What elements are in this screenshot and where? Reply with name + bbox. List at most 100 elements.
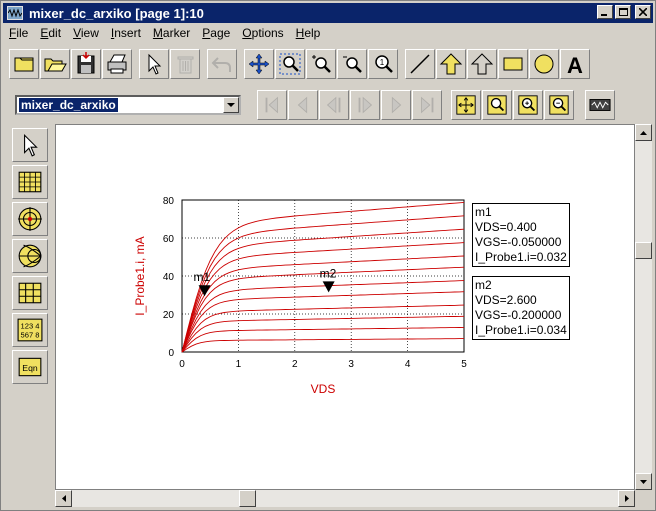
menu-page[interactable]: Page	[196, 26, 236, 40]
trace-button[interactable]	[585, 90, 615, 120]
zoom-area-button[interactable]	[275, 49, 305, 79]
pointer-button[interactable]	[139, 49, 169, 79]
marker-m2-icon[interactable]	[322, 281, 335, 293]
minimize-icon	[601, 14, 607, 16]
save-button[interactable]	[71, 49, 101, 79]
rectangle-icon	[503, 57, 523, 71]
last-page-button[interactable]	[412, 90, 442, 120]
marker-readout-m1[interactable]: m1 VDS=0.400 VGS=-0.050000 I_Probe1.i=0.032	[472, 203, 570, 267]
move-button[interactable]	[244, 49, 274, 79]
open-icon	[44, 58, 67, 72]
arrow-outline-button[interactable]	[467, 49, 497, 79]
scroll-up-button[interactable]	[635, 124, 652, 141]
scroll-right-button[interactable]	[618, 490, 635, 507]
menu-marker[interactable]: Marker	[147, 26, 196, 40]
equation-button[interactable]: Eqn	[12, 350, 48, 384]
curve-4[interactable]	[181, 304, 465, 353]
circle-button[interactable]	[529, 49, 559, 79]
smith-icon	[18, 244, 42, 268]
x-tick-label: 0	[179, 359, 185, 370]
menu-help[interactable]: Help	[290, 26, 327, 40]
prev-page-button[interactable]	[288, 90, 318, 120]
page-combo[interactable]: mixer_dc_arxiko	[15, 95, 241, 115]
vertical-scroll-thumb[interactable]	[635, 242, 652, 259]
pointer-button[interactable]	[12, 128, 48, 162]
marker-readout-m2[interactable]: m2 VDS=2.600 VGS=-0.200000 I_Probe1.i=0.034	[472, 276, 570, 340]
new-button[interactable]	[9, 49, 39, 79]
arrow-up-icon	[439, 53, 463, 75]
prev-button[interactable]	[319, 90, 349, 120]
y-tick-label: 80	[163, 196, 175, 207]
menu-insert[interactable]: Insert	[105, 26, 147, 40]
y-axis-label: I_Probe1.i, mA	[133, 236, 147, 315]
svg-text:A: A	[567, 53, 583, 76]
title-bar[interactable]: mixer_dc_arxiko [page 1]:10	[3, 3, 653, 23]
zoom-fit-button[interactable]: 1	[368, 49, 398, 79]
zoom-out-page-button[interactable]	[544, 90, 574, 120]
horizontal-scroll-thumb[interactable]	[239, 490, 256, 507]
zoom-in-button[interactable]	[306, 49, 336, 79]
new-icon	[14, 57, 34, 72]
left-palette: 123 4 567 8 Eqn	[9, 126, 51, 406]
combo-dropdown-button[interactable]	[223, 97, 239, 113]
next-button[interactable]	[350, 90, 380, 120]
list-icon	[18, 282, 42, 304]
maximize-button[interactable]	[615, 5, 631, 19]
scrollbar-corner	[635, 490, 652, 507]
window-title: mixer_dc_arxiko [page 1]:10	[29, 5, 204, 21]
view-all-button[interactable]	[451, 90, 481, 120]
rectangle-button[interactable]	[498, 49, 528, 79]
print-button[interactable]	[102, 49, 132, 79]
scroll-left-button[interactable]	[55, 490, 72, 507]
vertical-scrollbar[interactable]	[635, 124, 652, 490]
minimize-button[interactable]	[597, 5, 613, 19]
y-tick-label: 40	[163, 272, 175, 283]
arrow-up-button[interactable]	[436, 49, 466, 79]
app-icon	[7, 6, 23, 20]
zoom-area-icon	[279, 53, 301, 75]
curve-3[interactable]	[181, 315, 465, 353]
circle-icon	[534, 54, 554, 74]
close-button[interactable]	[635, 5, 651, 19]
menu-file[interactable]: File	[3, 26, 34, 40]
delete-button[interactable]	[170, 49, 200, 79]
chevron-down-icon	[227, 102, 235, 107]
zoom-in-page-button[interactable]	[513, 90, 543, 120]
first-page-button[interactable]	[257, 90, 287, 120]
menu-options[interactable]: Options	[236, 26, 289, 40]
next-page-button[interactable]	[381, 90, 411, 120]
line-icon	[410, 54, 430, 74]
marker-m1-line-2: VGS=-0.050000	[475, 235, 562, 249]
zoom-fit-icon: 1	[375, 55, 393, 73]
view-all-icon	[456, 95, 476, 115]
stack-label-1: 123 4	[21, 321, 40, 330]
marker-m2-label: m2	[320, 266, 337, 280]
zoom-page-icon	[487, 95, 507, 115]
x-tick-label: 1	[236, 359, 242, 370]
menu-edit[interactable]: Edit	[34, 26, 67, 40]
curve-11[interactable]	[181, 215, 465, 353]
list-button[interactable]	[12, 276, 48, 310]
open-button[interactable]	[40, 49, 70, 79]
zoom-page-button[interactable]	[482, 90, 512, 120]
plot-canvas[interactable]: 0 1 2 3 4 5 0 20 40 60 80 VDS I_Probe1.i, mA m1 m2 m1 V…	[55, 124, 635, 490]
zoom-out-button[interactable]	[337, 49, 367, 79]
scroll-down-button[interactable]	[635, 473, 652, 490]
curve-1[interactable]	[181, 338, 464, 353]
polar-button[interactable]	[12, 202, 48, 236]
page-toolbar: mixer_dc_arxiko	[9, 88, 616, 122]
stack-button[interactable]: 123 4 567 8	[12, 313, 48, 347]
curve-6[interactable]	[181, 280, 465, 353]
grid-button[interactable]	[12, 165, 48, 199]
line-button[interactable]	[405, 49, 435, 79]
y-tick-label: 20	[163, 310, 175, 321]
prev-icon	[326, 96, 341, 114]
smith-button[interactable]	[12, 239, 48, 273]
zoom-out-icon	[343, 56, 362, 73]
horizontal-scrollbar[interactable]	[55, 490, 635, 507]
undo-button[interactable]	[207, 49, 237, 79]
menu-view[interactable]: View	[67, 26, 105, 40]
text-button[interactable]: A	[560, 49, 590, 79]
curve-9[interactable]	[181, 242, 465, 353]
next-page-icon	[391, 96, 402, 114]
